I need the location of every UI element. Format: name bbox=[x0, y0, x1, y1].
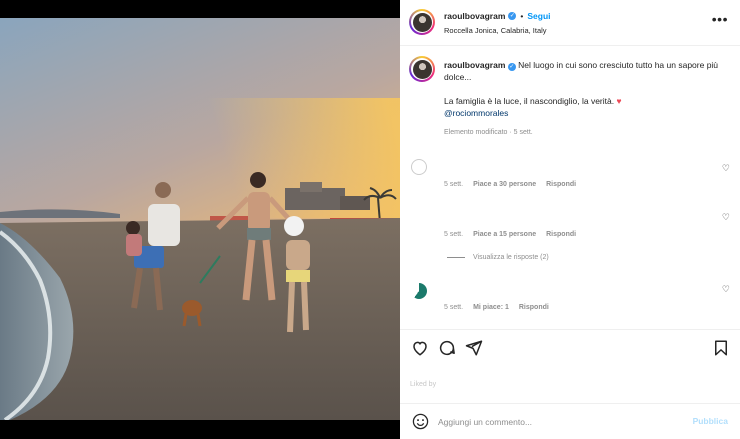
add-comment-bar: Pubblica bbox=[400, 403, 740, 439]
view-replies-button[interactable]: Visualizza le risposte (2) bbox=[447, 254, 549, 261]
comment-meta: 5 sett. Piace a 15 persone Rispondi bbox=[444, 231, 576, 238]
comment-meta: 5 sett. Piace a 30 persone Rispondi bbox=[444, 181, 576, 188]
comment-likes[interactable]: Mi piace: 1 bbox=[473, 304, 509, 311]
comment-meta: 5 sett. Mi piace: 1 Rispondi bbox=[444, 304, 549, 311]
reply-button[interactable]: Rispondi bbox=[546, 181, 576, 188]
author-username[interactable]: raoulbovagram bbox=[444, 11, 505, 21]
post-header: raoulbovagram ✓ • Segui Roccella Jonica,… bbox=[400, 0, 740, 46]
caption-username[interactable]: raoulbovagram bbox=[444, 60, 505, 70]
post-action-bar bbox=[400, 329, 740, 365]
comments-section: raoulbovagram ✓ Nel luogo in cui sono cr… bbox=[400, 47, 740, 330]
share-paper-plane-icon[interactable] bbox=[465, 339, 483, 357]
comment-time: 5 sett. bbox=[444, 231, 464, 238]
like-comment-heart-icon[interactable]: ♡ bbox=[722, 284, 730, 295]
reply-button[interactable]: Rispondi bbox=[519, 304, 549, 311]
dot-separator: • bbox=[520, 11, 524, 21]
comment-likes[interactable]: Piace a 30 persone bbox=[473, 181, 536, 188]
caption-meta: Elemento modificato · 5 sett. bbox=[444, 129, 533, 136]
replies-divider-line bbox=[447, 257, 465, 258]
verified-badge-icon: ✓ bbox=[508, 12, 517, 20]
publish-button[interactable]: Pubblica bbox=[693, 416, 728, 426]
red-heart-emoji-icon: ♥ bbox=[616, 96, 622, 106]
likes-summary: Liked by bbox=[410, 381, 437, 388]
instagram-post-modal: raoulbovagram ✓ • Segui Roccella Jonica,… bbox=[0, 0, 740, 439]
more-options-icon[interactable]: ••• bbox=[712, 12, 728, 26]
comment-time: 5 sett. bbox=[444, 304, 464, 311]
comment-bubble-icon[interactable] bbox=[438, 339, 456, 357]
post-caption: raoulbovagram ✓ Nel luogo in cui sono cr… bbox=[444, 59, 724, 119]
emoji-smiley-icon[interactable] bbox=[412, 413, 429, 430]
reply-button[interactable]: Rispondi bbox=[546, 231, 576, 238]
like-comment-heart-icon[interactable]: ♡ bbox=[722, 212, 730, 223]
like-comment-heart-icon[interactable]: ♡ bbox=[722, 163, 730, 174]
save-bookmark-icon[interactable] bbox=[712, 339, 730, 357]
caption-author-avatar[interactable] bbox=[409, 56, 435, 82]
verified-badge-icon: ✓ bbox=[507, 63, 516, 71]
post-photo[interactable] bbox=[0, 18, 400, 420]
beach-sunset-photo bbox=[0, 18, 400, 420]
comment-likes[interactable]: Piace a 15 persone bbox=[473, 231, 536, 238]
view-replies-label: Visualizza le risposte (2) bbox=[473, 254, 549, 261]
comment-time: 5 sett. bbox=[444, 181, 464, 188]
add-comment-input[interactable] bbox=[438, 413, 668, 430]
comment-avatar[interactable] bbox=[411, 159, 427, 175]
author-line: raoulbovagram ✓ • Segui bbox=[444, 11, 551, 21]
caption-text-line2: La famiglia è la luce, il nascondiglio, … bbox=[444, 96, 615, 106]
like-heart-icon[interactable] bbox=[411, 339, 429, 357]
post-side-panel: raoulbovagram ✓ • Segui Roccella Jonica,… bbox=[400, 0, 740, 439]
follow-button[interactable]: Segui bbox=[527, 11, 550, 21]
post-location[interactable]: Roccella Jonica, Calabria, Italy bbox=[444, 26, 547, 35]
author-avatar[interactable] bbox=[409, 9, 435, 35]
comment-avatar[interactable] bbox=[411, 283, 427, 299]
caption-mention-link[interactable]: @rociommorales bbox=[444, 108, 508, 118]
